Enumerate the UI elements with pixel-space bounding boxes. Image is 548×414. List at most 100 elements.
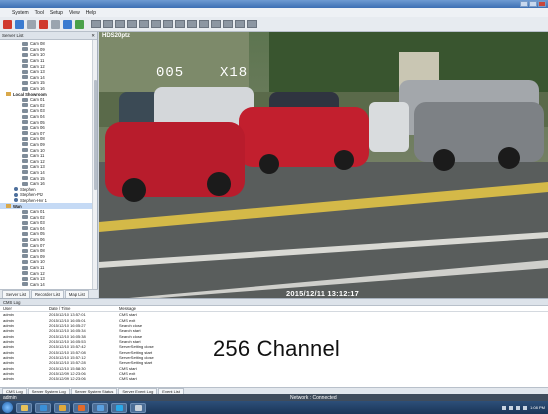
layout-6x6-button[interactable] (151, 20, 161, 28)
layout-1-7-button[interactable] (175, 20, 185, 28)
log-cell-message: CMS start (119, 312, 137, 318)
log-cell-message: CMS exit (119, 370, 136, 376)
window-title-bar (0, 0, 548, 8)
taskbar-folder-icon[interactable] (54, 402, 70, 413)
tray-clock[interactable]: 1:08 PM (530, 405, 545, 410)
camera-icon (22, 108, 28, 113)
column-datetime[interactable]: Date / Time (46, 306, 116, 311)
taskbar-skype-icon[interactable] (111, 402, 127, 413)
scrollbar-thumb[interactable] (94, 80, 97, 190)
tray-flag-icon[interactable] (509, 405, 514, 410)
audio-button[interactable] (235, 20, 245, 28)
log-cell-datetime: 2015/12/10 16:05:53 (49, 338, 86, 344)
snapshot-button[interactable] (223, 20, 233, 28)
close-button[interactable] (538, 1, 546, 7)
tree-item-label: Cam 04 (30, 225, 45, 231)
layout-5x5-button[interactable] (139, 20, 149, 28)
sidebar-tabs: Server List Recorder List Map List (0, 289, 98, 299)
taskbar-media-icon[interactable] (73, 402, 89, 413)
tree-item-label: Local Showroom (13, 91, 47, 97)
camera-icon (22, 243, 28, 248)
tree-item-label: Cam 11 (30, 265, 45, 271)
tree-item-label: Cam 16 (30, 181, 45, 187)
taskbar-explorer-icon[interactable] (16, 402, 32, 413)
tree-item-label: Cam 16 (30, 86, 45, 92)
camera-icon (22, 80, 28, 85)
os-taskbar: 1:08 PM (0, 401, 548, 414)
live-video-view[interactable]: HDS20ptz 005 X18 2015/12/11 13:12:17 (99, 32, 548, 298)
monitor-icon[interactable] (63, 19, 72, 29)
log-cell-message: CMS exit (119, 317, 136, 323)
log-cell-user: admin (3, 360, 14, 366)
fullscreen-button[interactable] (211, 20, 221, 28)
tree-item-label: Cam 13 (30, 164, 45, 170)
record-icon[interactable] (3, 19, 12, 29)
tray-arrow-icon[interactable] (502, 405, 507, 410)
log-cell-datetime: 2015/12/09 12:23:06 (49, 370, 86, 376)
maximize-button[interactable] (529, 1, 537, 7)
column-user[interactable]: User (0, 306, 46, 311)
camera-icon (22, 131, 28, 136)
tray-volume-icon[interactable] (523, 405, 528, 410)
pin-icon[interactable]: ✕ (91, 33, 95, 39)
log-cell-user: admin (3, 333, 14, 339)
panel-header: Server List ✕ (0, 32, 97, 40)
menu-tool[interactable]: Tool (35, 10, 44, 16)
log-cell-datetime: 2015/12/10 16:05:01 (49, 317, 86, 323)
ptz-zoom-readout: X18 (220, 65, 249, 81)
search-playback-icon[interactable] (15, 19, 24, 29)
tray-network-icon[interactable] (516, 405, 521, 410)
camera-icon (22, 86, 28, 91)
tree-camera[interactable]: Cam 14 (0, 282, 97, 288)
network-status: Network : Connected (290, 394, 337, 401)
tree-item-label: Cam 06 (30, 125, 45, 131)
camera-icon (22, 226, 28, 231)
column-message[interactable]: Message (116, 306, 548, 311)
camera-icon (22, 181, 28, 186)
ptz-button[interactable] (247, 20, 257, 28)
folder-icon[interactable] (51, 19, 60, 29)
menu-view[interactable]: View (69, 10, 80, 16)
log-cell-user: admin (3, 312, 14, 318)
layout-1-5-button[interactable] (163, 20, 173, 28)
camera-icon (22, 176, 28, 181)
tree-item-label: Stephen-Hvr 1 (20, 197, 47, 203)
tree-item-label: Stephen (20, 186, 36, 192)
tree-item-label: Cam 02 (30, 102, 45, 108)
layout-8x8-button[interactable] (199, 20, 209, 28)
taskbar-browser-icon[interactable] (35, 402, 51, 413)
settings-icon[interactable] (27, 19, 36, 29)
layout-3x3-button[interactable] (115, 20, 125, 28)
layout-1x1-button[interactable] (91, 20, 101, 28)
taskbar-cms-icon[interactable] (130, 402, 146, 413)
server-tree-panel: Server List ✕ Cam 08 Cam 09 Cam 10 Cam 11 Ca… (0, 32, 98, 299)
tree-item-label: Cam 05 (30, 231, 45, 237)
start-button[interactable] (2, 402, 13, 413)
tree-item-label: Cam 01 (30, 97, 45, 103)
camera-icon (22, 136, 28, 141)
layout-1-12-button[interactable] (187, 20, 197, 28)
log-cell-message: Search close (119, 322, 143, 328)
alarm-icon[interactable] (39, 19, 48, 29)
tree-item-label: Cam 06 (30, 237, 45, 243)
tree-scrollbar[interactable] (92, 40, 97, 289)
tree-item-label: Cam 11 (30, 153, 45, 159)
log-cell-message: CMS start (119, 376, 137, 382)
sequence-icon[interactable] (75, 19, 84, 29)
menu-help[interactable]: Help (86, 10, 96, 16)
taskbar-network-icon[interactable] (92, 402, 108, 413)
menu-setup[interactable]: Setup (50, 10, 63, 16)
log-cell-datetime: 2015/12/10 15:58:30 (49, 365, 86, 371)
layout-2x2-button[interactable] (103, 20, 113, 28)
log-row[interactable]: admin 2015/12/09 12:23:06 CMS start (0, 376, 548, 381)
camera-icon (22, 237, 28, 242)
log-cell-message: CMS start (119, 365, 137, 371)
log-cell-user: admin (3, 328, 14, 334)
camera-icon (22, 248, 28, 253)
log-cell-datetime: 2015/12/10 15:57:42 (49, 344, 86, 350)
layout-4x4-button[interactable] (127, 20, 137, 28)
menu-system[interactable]: System (12, 10, 29, 16)
minimize-button[interactable] (520, 1, 528, 7)
log-cell-message: Search start (119, 328, 141, 334)
camera-icon (22, 209, 28, 214)
